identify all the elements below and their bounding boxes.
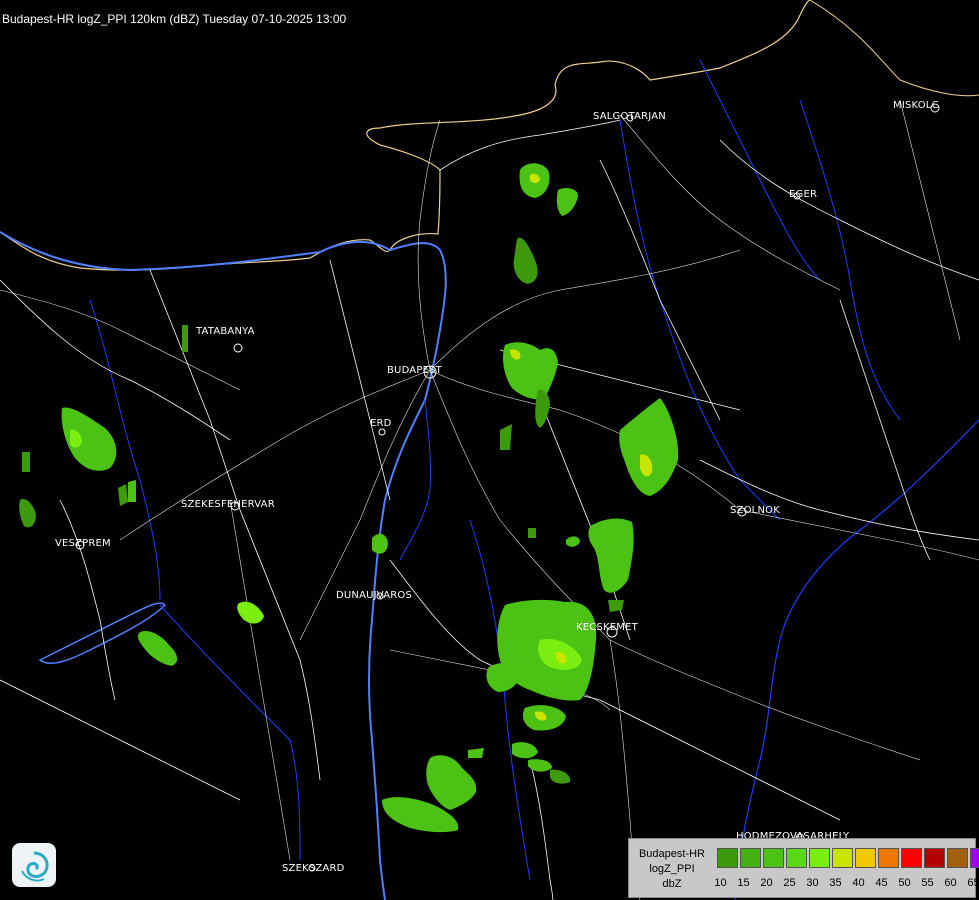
omsz-logo-icon — [12, 843, 56, 887]
city-label-erd: ERD — [370, 418, 392, 429]
legend-tick: 35 — [829, 877, 842, 889]
city-label-miskolc: MISKOLC — [893, 100, 939, 111]
city-label-szolnok: SZOLNOK — [730, 505, 780, 516]
city-label-budapest: BUDAPEST — [387, 365, 442, 376]
legend-tick: 20 — [760, 877, 773, 889]
city-label-dunaujvaros: DUNAUJVAROS — [336, 590, 413, 601]
dbz-legend: Budapest-HR logZ_PPI dbZ 10 15 20 25 30 35 40 4… — [628, 838, 979, 898]
city-label-salgotarjan: SALGOTARJAN — [593, 111, 666, 122]
city-label-tatabanya: TATABANYA — [196, 326, 255, 337]
echo-cell — [528, 528, 536, 538]
legend-tick: 45 — [875, 877, 888, 889]
legend-swatch — [855, 848, 876, 868]
radar-map[interactable] — [0, 0, 979, 900]
legend-tick: 15 — [737, 877, 750, 889]
legend-tick: 55 — [921, 877, 934, 889]
echo-cell — [22, 452, 30, 472]
legend-ticks: 10152025303540455055606570 — [709, 877, 979, 889]
map-title: Budapest-HR logZ_PPI 120km (dBZ) Tuesday… — [2, 12, 347, 26]
legend-swatch — [832, 848, 853, 868]
legend-swatch — [740, 848, 761, 868]
legend-swatch — [947, 848, 968, 868]
legend-tick: 50 — [898, 877, 911, 889]
legend-quantity: logZ_PPI — [649, 862, 695, 875]
legend-swatch — [763, 848, 784, 868]
echo-cell — [182, 325, 188, 352]
city-label-veszprem: VESZPREM — [55, 538, 111, 549]
legend-tick: 40 — [852, 877, 865, 889]
city-label-kecskemet: KECSKEMET — [576, 622, 638, 633]
legend-swatch — [717, 848, 738, 868]
echo-cell — [128, 480, 136, 502]
legend-swatch — [970, 848, 979, 868]
legend-swatch — [786, 848, 807, 868]
city-label-szekszard: SZEKSZARD — [282, 863, 345, 874]
legend-tick: 30 — [806, 877, 819, 889]
legend-tick: 65 — [967, 877, 979, 889]
legend-tick: 10 — [714, 877, 727, 889]
legend-unit: dbZ — [662, 877, 682, 890]
city-label-eger: EGER — [789, 189, 818, 200]
city-label-szekesfehervar: SZEKESFEHERVAR — [181, 499, 275, 510]
legend-tick: 60 — [944, 877, 957, 889]
legend-product: Budapest-HR — [638, 847, 706, 860]
legend-swatch — [809, 848, 830, 868]
legend-tick: 25 — [783, 877, 796, 889]
legend-swatches — [717, 848, 979, 868]
legend-swatch — [901, 848, 922, 868]
legend-swatch — [924, 848, 945, 868]
legend-swatch — [878, 848, 899, 868]
